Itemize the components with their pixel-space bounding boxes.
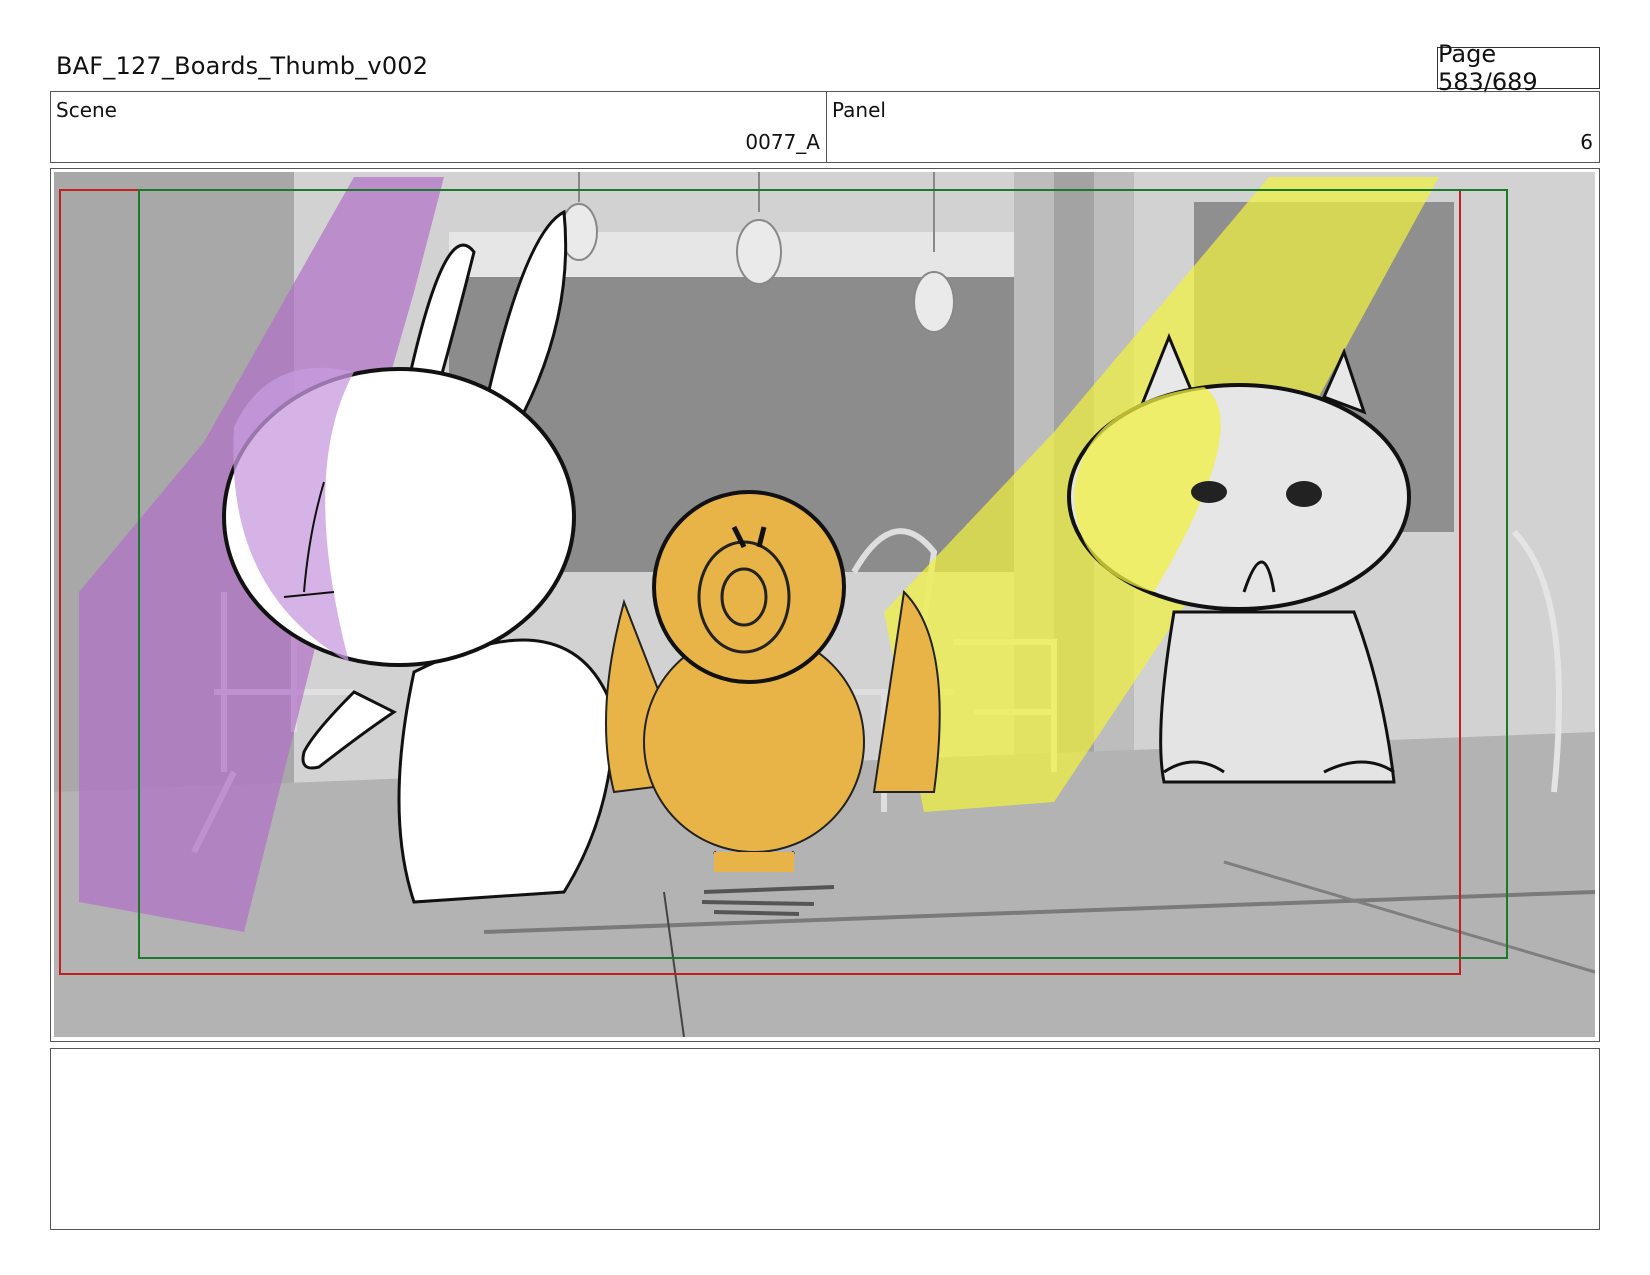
storyboard-drawing xyxy=(54,172,1595,1037)
storyboard-frame xyxy=(50,168,1600,1042)
page-number-box: Page 583/689 xyxy=(1437,40,1600,96)
info-row: Scene 0077_A Panel 6 xyxy=(50,91,1600,163)
scene-value: 0077_A xyxy=(745,130,820,154)
notes-box[interactable] xyxy=(50,1048,1600,1230)
scene-cell: Scene 0077_A xyxy=(51,92,827,162)
scene-label: Scene xyxy=(56,98,117,122)
panel-label: Panel xyxy=(832,98,886,122)
panel-cell: Panel 6 xyxy=(827,92,1599,162)
document-title: BAF_127_Boards_Thumb_v002 xyxy=(56,52,429,80)
panel-value: 6 xyxy=(1580,130,1593,154)
